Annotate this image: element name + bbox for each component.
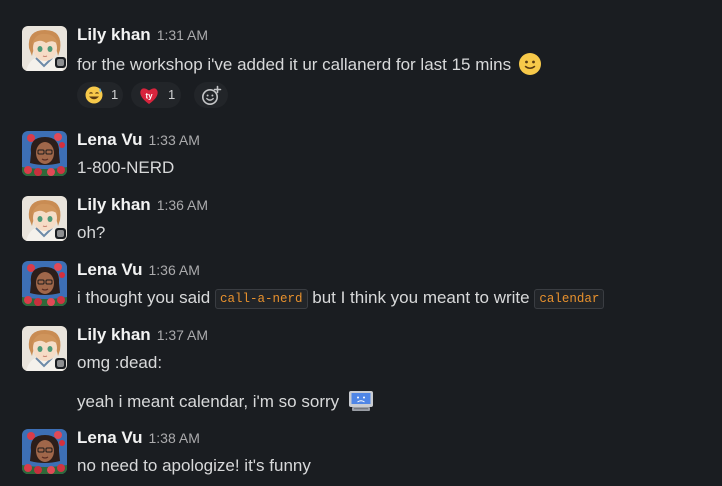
svg-text:ty: ty	[145, 92, 153, 101]
reaction-count: 1	[111, 87, 119, 102]
message-body: for the workshop i've added it ur callan…	[77, 55, 512, 74]
avatar[interactable]	[22, 429, 67, 474]
reaction-ty-heart[interactable]: ty 1	[131, 82, 181, 108]
timestamp[interactable]: 1:38 AM	[149, 430, 200, 446]
timestamp[interactable]: 1:31 AM	[157, 27, 208, 43]
slightly-smiling-face-emoji	[518, 52, 542, 76]
ty-heart-emoji: ty	[140, 88, 158, 104]
timestamp[interactable]: 1:36 AM	[157, 197, 208, 213]
author-name[interactable]: Lily khan	[77, 195, 151, 214]
inline-code-call-a-nerd: call-a-nerd	[215, 289, 308, 309]
message-feed: Lily khan 1:31 AM for the workshop i've a…	[0, 0, 722, 486]
author-name[interactable]: Lena Vu	[77, 130, 143, 149]
message-text: 1-800-NERD	[77, 158, 175, 177]
presence-away-icon	[55, 57, 66, 68]
add-reaction-button[interactable]	[194, 82, 228, 108]
message-text-middle: but I think you meant to write	[312, 288, 530, 307]
add-reaction-icon	[202, 85, 222, 105]
message-text: for the workshop i've added it ur callan…	[77, 52, 542, 76]
reaction-count: 1	[168, 87, 176, 102]
message-text: omg :dead:	[77, 353, 163, 372]
author-name[interactable]: Lily khan	[77, 325, 151, 344]
timestamp[interactable]: 1:37 AM	[157, 327, 208, 343]
presence-away-icon	[55, 358, 66, 369]
message-text: i thought you said call-a-nerd but I thi…	[77, 287, 605, 309]
timestamp[interactable]: 1:33 AM	[149, 132, 200, 148]
reaction-sweat-smile[interactable]: 1	[77, 82, 123, 108]
author-name[interactable]: Lena Vu	[77, 428, 143, 447]
presence-away-icon	[55, 228, 66, 239]
message-text: no need to apologize! it's funny	[77, 456, 311, 475]
avatar[interactable]	[22, 131, 67, 176]
sad-computer-emoji	[348, 390, 374, 412]
message-followup-text: yeah i meant calendar, i'm so sorry	[77, 390, 374, 412]
message-text: oh?	[77, 223, 106, 242]
message-text-before: i thought you said	[77, 288, 211, 307]
avatar[interactable]	[22, 261, 67, 306]
author-name[interactable]: Lena Vu	[77, 260, 143, 279]
timestamp[interactable]: 1:36 AM	[149, 262, 200, 278]
inline-code-calendar: calendar	[534, 289, 605, 309]
sweat-smile-emoji	[85, 86, 103, 104]
author-name[interactable]: Lily khan	[77, 25, 151, 44]
followup-body: yeah i meant calendar, i'm so sorry	[77, 392, 340, 411]
